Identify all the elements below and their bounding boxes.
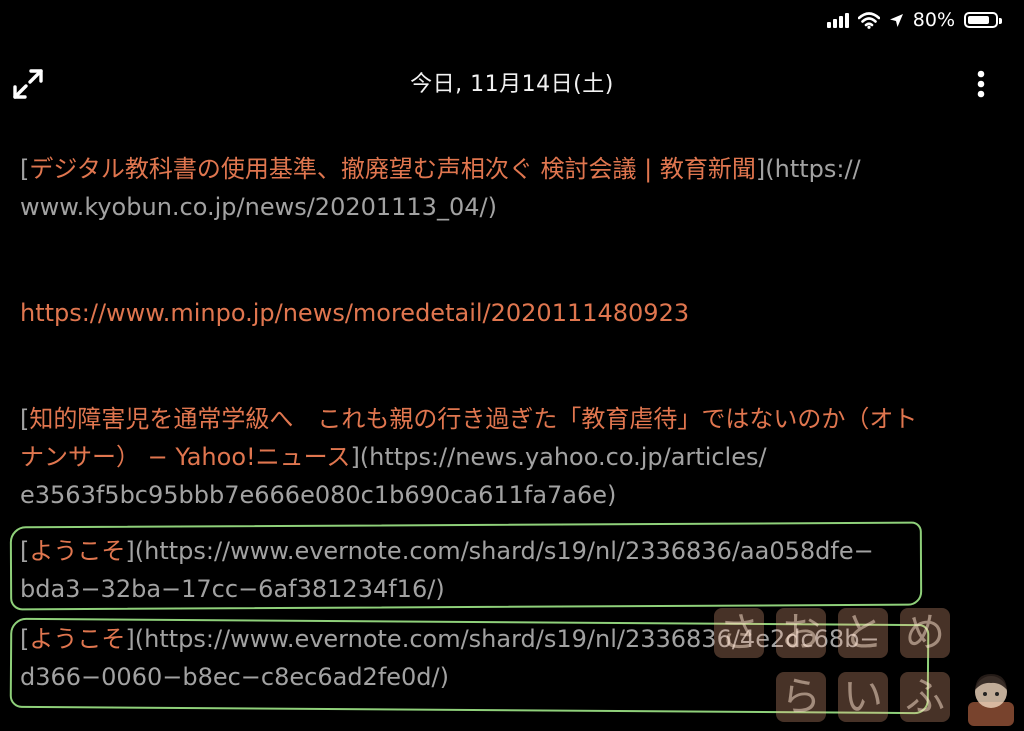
watermark-char: ら: [776, 672, 826, 722]
status-bar: 80%: [826, 8, 1002, 32]
watermark-char: め: [900, 608, 950, 658]
link-text[interactable]: ナンサー） − Yahoo!ニュース: [20, 443, 350, 471]
avatar-icon: [968, 674, 1014, 726]
link-url[interactable]: https://news.yahoo.co.jp/articles/: [369, 443, 766, 471]
location-arrow-icon: [889, 13, 903, 27]
watermark-char: と: [838, 608, 888, 658]
note-paragraph-kyobun: [デジタル教科書の使用基準、撤廃望む声相次ぐ 検討会議 | 教育新聞](http…: [20, 155, 861, 221]
battery-percent: 80%: [912, 9, 955, 31]
link-url[interactable]: https://www.minpo.jp/news/moredetail/202…: [20, 299, 689, 327]
page-title: 今日, 11月14日(土): [410, 72, 614, 97]
link-url[interactable]: www.kyobun.co.jp/news/20201113_04/: [20, 193, 488, 221]
watermark-char: お: [776, 608, 826, 658]
highlight-box-1: [9, 521, 923, 611]
battery-icon: [964, 12, 1002, 28]
link-text[interactable]: デジタル教科書の使用基準、撤廃望む声相次ぐ 検討会議 | 教育新聞: [29, 155, 756, 183]
note-paragraph-yahoo: [知的障害児を通常学級へ これも親の行き過ぎた「教育虐待」ではないのか（オト ナ…: [20, 405, 918, 509]
more-vertical-icon[interactable]: [966, 66, 996, 106]
watermark-logo: さ お と め ら い ふ: [712, 600, 1024, 731]
signal-icon: [826, 12, 849, 28]
link-url[interactable]: e3563f5bc95bbb7e666e080c1b690ca611fa7a6e: [20, 481, 607, 509]
watermark-char: さ: [714, 608, 764, 658]
link-url[interactable]: https://: [775, 155, 861, 183]
watermark-char: ふ: [900, 672, 950, 722]
watermark-char: い: [838, 672, 888, 722]
link-text[interactable]: 知的障害児を通常学級へ これも親の行き過ぎた「教育虐待」ではないのか（オト: [29, 405, 917, 433]
note-paragraph-minpo: https://www.minpo.jp/news/moredetail/202…: [20, 294, 689, 332]
wifi-icon: [857, 11, 880, 29]
